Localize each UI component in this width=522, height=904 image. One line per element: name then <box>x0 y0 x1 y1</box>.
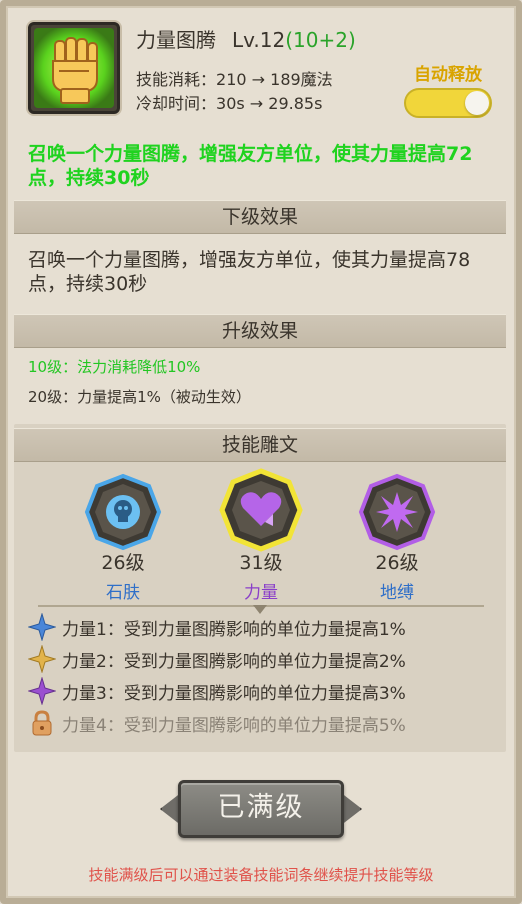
skill-icon-frame <box>28 22 120 114</box>
upgrade-header: 升级效果 <box>14 314 506 348</box>
rune-level-stoneskin: 26级 <box>101 552 145 574</box>
skull-icon <box>84 473 162 551</box>
rune-effect-1: 力量1：受到力量图腾影响的单位力量提高1% <box>27 612 406 642</box>
rune-effect-3: 力量3：受到力量图腾影响的单位力量提高3% <box>27 676 406 706</box>
rune-name-stoneskin: 石肤 <box>106 583 140 603</box>
rune-effect-text: 力量2：受到力量图腾影响的单位力量提高2% <box>62 651 406 672</box>
skill-name: 力量图腾 <box>136 28 216 52</box>
skill-cooldown-label: 冷却时间： <box>136 94 217 113</box>
rune-level-earthbind: 26级 <box>375 552 419 574</box>
lock-icon <box>28 709 56 737</box>
toggle-knob <box>465 91 489 115</box>
rune-strength[interactable] <box>219 468 303 552</box>
skill-level-bonus: (10+2) <box>285 28 356 52</box>
upgrade-line-10: 10级：法力消耗降低10% <box>28 358 201 376</box>
blue-star-icon <box>27 612 57 642</box>
rune-stoneskin[interactable] <box>83 472 163 552</box>
skill-cost-label: 技能消耗： <box>136 70 217 89</box>
rune-effect-text: 力量4：受到力量图腾影响的单位力量提高5% <box>62 715 406 736</box>
skill-level: Lv.12 <box>232 28 286 52</box>
gold-star-icon <box>27 644 57 674</box>
rune-header: 技能雕文 <box>14 428 506 462</box>
skill-title: 力量图腾 Lv.12(10+2) <box>136 24 356 53</box>
footer-hint: 技能满级后可以通过装备技能词条继续提升技能等级 <box>88 866 434 884</box>
rune-level-strength: 31级 <box>239 552 283 574</box>
rune-name-strength: 力量 <box>244 583 278 603</box>
auto-cast-label: 自动释放 <box>414 65 482 85</box>
max-level-button[interactable]: 已满级 <box>178 780 344 838</box>
upgrade-line-20: 20级：力量提高1%（被动生效） <box>28 388 251 406</box>
rune-name-earthbind: 地缚 <box>380 583 414 603</box>
skill-cooldown-value: 30s → 29.85s <box>216 94 323 113</box>
fist-icon <box>34 28 114 108</box>
rune-effect-text: 力量1：受到力量图腾影响的单位力量提高1% <box>62 619 406 640</box>
burst-icon <box>358 473 436 551</box>
auto-cast-toggle[interactable] <box>404 88 492 118</box>
next-level-description: 召唤一个力量图腾，增强友方单位，使其力量提高78点，持续30秒 <box>28 249 471 295</box>
next-level-header: 下级效果 <box>14 200 506 234</box>
rune-effect-2: 力量2：受到力量图腾影响的单位力量提高2% <box>27 644 406 674</box>
heart-icon <box>219 468 303 552</box>
rune-effect-4: 力量4：受到力量图腾影响的单位力量提高5% <box>28 709 406 737</box>
skill-cooldown: 冷却时间：30s → 29.85s <box>136 90 322 114</box>
rune-effect-text: 力量3：受到力量图腾影响的单位力量提高3% <box>62 683 406 704</box>
purple-star-icon <box>27 676 57 706</box>
rune-earthbind[interactable] <box>357 472 437 552</box>
skill-cost-value: 210 → 189魔法 <box>216 70 333 89</box>
skill-description: 召唤一个力量图腾，增强友方单位，使其力量提高72点，持续30秒 <box>28 143 473 189</box>
skill-cost: 技能消耗：210 → 189魔法 <box>136 66 333 90</box>
